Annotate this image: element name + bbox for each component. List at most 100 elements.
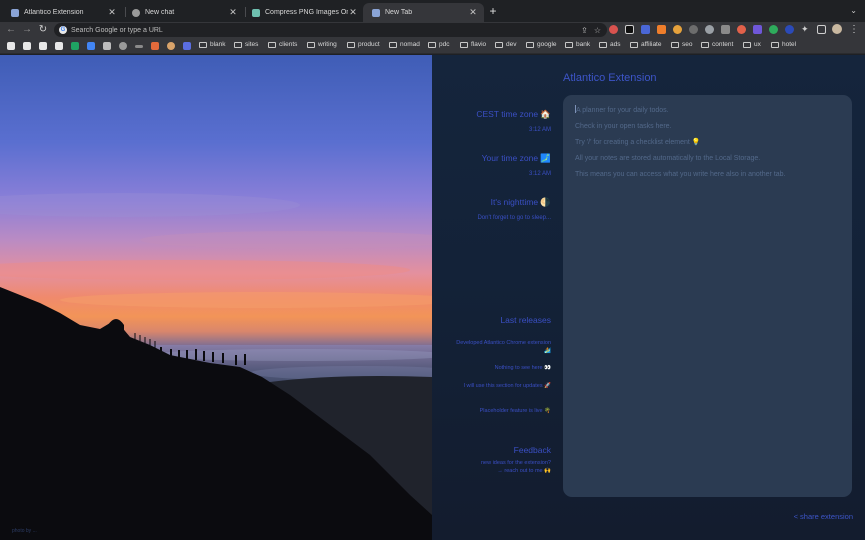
forward-arrow-icon[interactable]: →	[21, 23, 33, 37]
atlantico-favicon-icon	[11, 8, 19, 17]
bookmark-icon[interactable]	[55, 42, 63, 50]
bookmark-icon[interactable]	[87, 42, 95, 50]
notes-line: A planner for your daily todos.	[575, 105, 669, 114]
bookmark-folder-google[interactable]: google	[526, 41, 557, 48]
extension-icon[interactable]	[737, 25, 746, 34]
bookmark-folder-pdc[interactable]: pdc	[428, 41, 449, 48]
sidebar-icon[interactable]	[817, 25, 826, 34]
bookmark-folder-ads[interactable]: ads	[599, 41, 620, 48]
chevron-down-icon[interactable]: ⌄	[850, 6, 857, 15]
releases-block: Last releases	[500, 315, 551, 325]
photo-credit[interactable]: photo by ...	[12, 528, 37, 534]
folder-icon	[460, 41, 468, 48]
tab-compress-png[interactable]: Compress PNG Images Online ✕	[243, 3, 364, 22]
puzzle-icon[interactable]: ✦	[801, 25, 810, 34]
notes-line: All your notes are stored automatically …	[575, 155, 761, 162]
nighttime-heading: It's nighttime 🌗	[490, 197, 551, 207]
folder-icon	[268, 41, 276, 48]
local-time: 3:12 AM	[528, 171, 551, 177]
close-icon[interactable]: ✕	[107, 7, 117, 18]
bookmark-folder-blank[interactable]: blank	[199, 41, 226, 48]
close-icon[interactable]: ✕	[348, 7, 358, 18]
bookmark-folder-writing[interactable]: writing	[307, 41, 337, 48]
kebab-menu-icon[interactable]: ⋮	[848, 23, 860, 37]
share-icon[interactable]: ⇪	[581, 26, 588, 35]
bookmark-folder-bank[interactable]: bank	[565, 41, 590, 48]
local-heading: Your time zone 🗾	[481, 153, 551, 163]
release-item: Nothing to see here 👀	[494, 365, 551, 371]
extension-icon[interactable]	[673, 25, 682, 34]
extension-icon[interactable]	[641, 25, 650, 34]
github-icon[interactable]	[119, 42, 127, 50]
folder-icon	[234, 41, 242, 48]
back-arrow-icon[interactable]: ←	[5, 23, 17, 37]
sunset-photo: photo by ...	[0, 55, 432, 540]
bookmark-folder-hotel[interactable]: hotel	[771, 41, 796, 48]
extension-icon[interactable]	[785, 25, 794, 34]
tab-title: Atlantico Extension	[24, 9, 84, 16]
bookmark-folder-sites[interactable]: sites	[234, 41, 258, 48]
folder-icon	[565, 41, 573, 48]
tab-atlantico[interactable]: Atlantico Extension ✕	[2, 3, 123, 22]
bookmark-icon[interactable]	[183, 42, 191, 50]
releases-heading: Last releases	[500, 315, 551, 325]
folder-icon	[347, 41, 355, 48]
bookmark-folder-content[interactable]: content	[701, 41, 733, 48]
app-title: Atlantico Extension	[563, 72, 657, 84]
avatar[interactable]	[832, 24, 842, 34]
folder-icon	[526, 41, 534, 48]
tab-title: New chat	[145, 9, 175, 16]
bookmark-folder-seo[interactable]: seo	[671, 41, 692, 48]
bookmark-icon[interactable]	[135, 45, 143, 48]
sunset-image	[0, 55, 432, 540]
close-icon[interactable]: ✕	[228, 7, 238, 18]
bookmark-folder-ux[interactable]: ux	[743, 41, 761, 48]
bookmark-icon[interactable]	[23, 42, 31, 50]
share-extension-link[interactable]: < share extension	[794, 512, 853, 521]
close-icon[interactable]: ✕	[468, 7, 478, 18]
extension-icon[interactable]	[657, 25, 666, 34]
release-item: Developed Atlantico Chrome extension 🏄	[456, 340, 551, 354]
tab-new-chat[interactable]: New chat ✕	[123, 3, 244, 22]
notes-line: This means you can access what you write…	[575, 171, 786, 178]
bookmark-icon[interactable]	[71, 42, 79, 50]
bookmark-folder-nomad[interactable]: nomad	[389, 41, 420, 48]
extension-icon[interactable]	[721, 25, 730, 34]
nighttime-block: It's nighttime 🌗 Don't forget to go to s…	[477, 197, 551, 221]
extension-icon[interactable]	[625, 25, 634, 34]
extension-icon[interactable]	[753, 25, 762, 34]
folder-icon	[701, 41, 709, 48]
extension-icon[interactable]	[609, 25, 618, 34]
extension-icon[interactable]	[769, 25, 778, 34]
reload-icon[interactable]: ↻	[37, 23, 49, 37]
feedback-heading[interactable]: Feedback	[481, 445, 551, 455]
address-placeholder[interactable]: Search Google or type a URL	[71, 27, 581, 34]
bookmark-folder-dev[interactable]: dev	[495, 41, 516, 48]
bookmarks-bar: blank sites clients writing product noma…	[0, 38, 865, 54]
folder-icon	[630, 41, 638, 48]
compress-favicon-icon	[252, 8, 260, 17]
extension-icon[interactable]	[705, 25, 714, 34]
bookmark-icon[interactable]	[7, 42, 15, 50]
address-bar[interactable]: G Search Google or type a URL ⇪ ☆	[54, 23, 607, 37]
extension-icon[interactable]	[689, 25, 698, 34]
folder-icon	[307, 41, 315, 48]
star-icon[interactable]: ☆	[594, 26, 601, 35]
bookmark-icon[interactable]	[103, 42, 111, 50]
feedback-link[interactable]: → reach out to me 🙌	[481, 467, 551, 475]
bookmark-icon[interactable]	[39, 42, 47, 50]
bookmark-folder-flavio[interactable]: flavio	[460, 41, 486, 48]
tab-new-tab[interactable]: New Tab ✕	[363, 3, 484, 22]
bookmark-icon[interactable]	[151, 42, 159, 50]
bookmark-folder-affiliate[interactable]: affiliate	[630, 41, 661, 48]
local-time-block: Your time zone 🗾 3:12 AM	[482, 153, 551, 177]
tab-strip: Atlantico Extension ✕ New chat ✕ Compres…	[0, 0, 865, 22]
notes-editor[interactable]: A planner for your daily todos. Check in…	[563, 95, 852, 497]
bookmark-folder-product[interactable]: product	[347, 41, 380, 48]
feedback-block[interactable]: Feedback new ideas for the extension? → …	[481, 445, 551, 475]
bookmark-folder-clients[interactable]: clients	[268, 41, 297, 48]
bookmark-icon[interactable]	[167, 42, 175, 50]
new-tab-plus-icon[interactable]: +	[487, 5, 499, 17]
folder-icon	[199, 41, 207, 48]
tab-title: New Tab	[385, 9, 413, 16]
